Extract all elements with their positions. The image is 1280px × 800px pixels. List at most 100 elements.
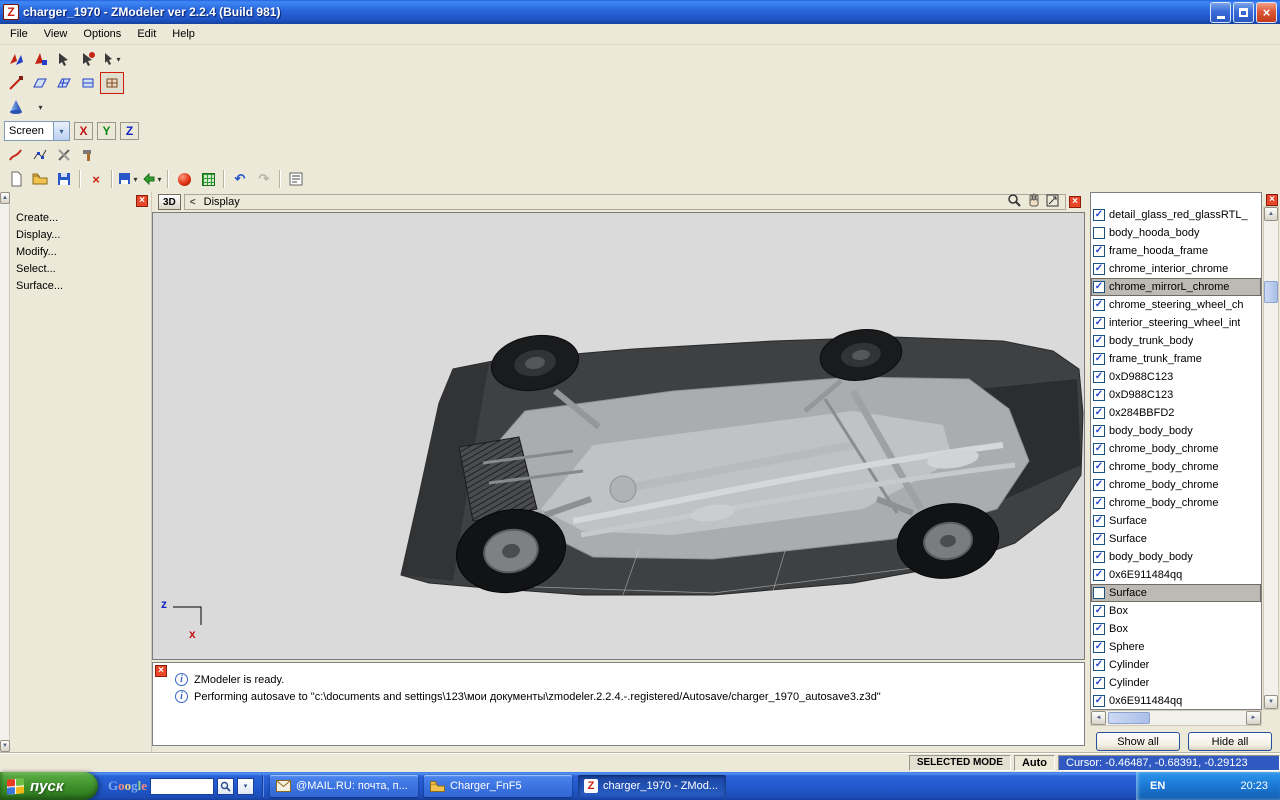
- object-row[interactable]: ✓ 0xD988C123: [1091, 386, 1261, 404]
- object-row[interactable]: ✓ Surface: [1091, 512, 1261, 530]
- object-visibility-checkbox[interactable]: ✓: [1093, 281, 1105, 293]
- scroll-up-icon[interactable]: ▲: [0, 192, 10, 204]
- command-item[interactable]: Display...: [16, 229, 151, 246]
- object-row[interactable]: ✓ Cylinder: [1091, 656, 1261, 674]
- object-visibility-checkbox[interactable]: ✓: [1093, 443, 1105, 455]
- import-icon[interactable]: ▾: [140, 168, 164, 190]
- message-panel-close-icon[interactable]: ×: [155, 665, 167, 677]
- viewport-close-icon[interactable]: ×: [1069, 196, 1081, 208]
- create-surface-icon[interactable]: [28, 72, 52, 94]
- object-row[interactable]: ✓ chrome_interior_chrome: [1091, 260, 1261, 278]
- delete-icon[interactable]: ×: [84, 168, 108, 190]
- select-mode-dropdown[interactable]: ▾: [100, 48, 124, 70]
- object-visibility-checkbox[interactable]: [1093, 587, 1105, 599]
- scroll-down-icon[interactable]: ▼: [0, 740, 10, 752]
- object-row[interactable]: ✓ 0xD988C123: [1091, 368, 1261, 386]
- create-primitive-cone-icon[interactable]: [4, 96, 28, 118]
- menu-item[interactable]: Help: [164, 26, 203, 42]
- create-line-icon[interactable]: [4, 72, 28, 94]
- object-row[interactable]: ✓ chrome_body_chrome: [1091, 494, 1261, 512]
- material-editor-icon[interactable]: [172, 168, 196, 190]
- scrollbar-thumb[interactable]: [1264, 281, 1278, 303]
- object-row[interactable]: ✓ body_trunk_body: [1091, 332, 1261, 350]
- object-row[interactable]: ✓ frame_hooda_frame: [1091, 242, 1261, 260]
- object-visibility-checkbox[interactable]: ✓: [1093, 605, 1105, 617]
- object-row[interactable]: ✓ 0x6E911484qq: [1091, 566, 1261, 584]
- export-icon[interactable]: ▾: [116, 168, 140, 190]
- object-visibility-checkbox[interactable]: ✓: [1093, 533, 1105, 545]
- menu-item[interactable]: Edit: [129, 26, 164, 42]
- primitive-dropdown[interactable]: ▾: [28, 96, 52, 118]
- object-visibility-checkbox[interactable]: ✓: [1093, 389, 1105, 401]
- object-row[interactable]: ✓ body_body_body: [1091, 548, 1261, 566]
- object-visibility-checkbox[interactable]: ✓: [1093, 407, 1105, 419]
- new-file-icon[interactable]: [4, 168, 28, 190]
- object-visibility-checkbox[interactable]: ✓: [1093, 299, 1105, 311]
- objects-panel-close-icon[interactable]: ×: [1266, 194, 1278, 206]
- object-visibility-checkbox[interactable]: ✓: [1093, 659, 1105, 671]
- viewport-3d-canvas[interactable]: z x: [152, 212, 1085, 660]
- object-row[interactable]: ✓ chrome_steering_wheel_ch: [1091, 296, 1261, 314]
- object-visibility-checkbox[interactable]: ✓: [1093, 695, 1105, 707]
- object-row[interactable]: ✓ Surface: [1091, 530, 1261, 548]
- object-visibility-checkbox[interactable]: ✓: [1093, 479, 1105, 491]
- object-visibility-checkbox[interactable]: ✓: [1093, 497, 1105, 509]
- object-row[interactable]: ✓ chrome_body_chrome: [1091, 440, 1261, 458]
- task-button-folder[interactable]: Charger_FnF5: [424, 775, 573, 797]
- object-visibility-checkbox[interactable]: ✓: [1093, 335, 1105, 347]
- viewport-title-bar[interactable]: < Display: [183, 193, 1066, 211]
- start-button[interactable]: пуск: [0, 772, 98, 800]
- left-panel-scrollbar[interactable]: ▲ ▼: [0, 192, 10, 752]
- scroll-right-icon[interactable]: ►: [1246, 711, 1261, 725]
- create-mesh-icon[interactable]: [52, 72, 76, 94]
- scroll-up-icon[interactable]: ▲: [1264, 207, 1278, 221]
- object-row[interactable]: ✓ body_body_body: [1091, 422, 1261, 440]
- command-item[interactable]: Surface...: [16, 280, 151, 297]
- search-icon[interactable]: [217, 777, 235, 795]
- object-visibility-checkbox[interactable]: ✓: [1093, 677, 1105, 689]
- language-indicator[interactable]: EN: [1150, 780, 1165, 792]
- log-icon[interactable]: [284, 168, 308, 190]
- space-combobox[interactable]: Screen ▾: [4, 121, 70, 141]
- object-visibility-checkbox[interactable]: ✓: [1093, 353, 1105, 365]
- object-visibility-checkbox[interactable]: ✓: [1093, 461, 1105, 473]
- object-row[interactable]: ✓ detail_glass_red_glassRTL_: [1091, 206, 1261, 224]
- maximize-view-icon[interactable]: [1045, 193, 1060, 211]
- object-row[interactable]: ✓ chrome_body_chrome: [1091, 458, 1261, 476]
- object-visibility-checkbox[interactable]: ✓: [1093, 317, 1105, 329]
- pan-hand-icon[interactable]: [1026, 193, 1041, 211]
- scrollbar-thumb[interactable]: [1108, 712, 1150, 724]
- viewport-mode-button[interactable]: 3D: [158, 194, 181, 210]
- texture-browser-icon[interactable]: [196, 168, 220, 190]
- axis-z-button[interactable]: Z: [120, 122, 139, 140]
- object-row[interactable]: ✓ Box: [1091, 602, 1261, 620]
- object-row[interactable]: ✓ chrome_mirrorL_chrome: [1091, 278, 1261, 296]
- task-button-zmodeler[interactable]: Z charger_1970 - ZMod...: [578, 775, 727, 797]
- object-visibility-checkbox[interactable]: ✓: [1093, 569, 1105, 581]
- command-item[interactable]: Select...: [16, 263, 151, 280]
- select-quadr-icon[interactable]: [4, 48, 28, 70]
- object-row[interactable]: ✓ Box: [1091, 620, 1261, 638]
- object-row[interactable]: ✓ chrome_body_chrome: [1091, 476, 1261, 494]
- scroll-down-icon[interactable]: ▼: [1264, 695, 1278, 709]
- object-visibility-checkbox[interactable]: ✓: [1093, 263, 1105, 275]
- object-row[interactable]: ✓ interior_steering_wheel_int: [1091, 314, 1261, 332]
- create-objects-icon[interactable]: [100, 72, 124, 94]
- vertices-tool-icon[interactable]: [28, 144, 52, 166]
- select-single-icon[interactable]: [28, 48, 52, 70]
- task-button-mail[interactable]: @MAIL.RU: почта, п...: [270, 775, 419, 797]
- object-row[interactable]: ✓ 0x284BBFD2: [1091, 404, 1261, 422]
- objects-horizontal-scrollbar[interactable]: ◄ ►: [1090, 710, 1262, 726]
- save-icon[interactable]: [52, 168, 76, 190]
- object-visibility-checkbox[interactable]: ✓: [1093, 245, 1105, 257]
- object-visibility-checkbox[interactable]: ✓: [1093, 551, 1105, 563]
- object-visibility-checkbox[interactable]: ✓: [1093, 425, 1105, 437]
- close-button[interactable]: ×: [1256, 1, 1277, 23]
- select-element-icon[interactable]: [76, 48, 100, 70]
- menu-item[interactable]: File: [2, 26, 36, 42]
- maximize-button[interactable]: [1233, 1, 1254, 23]
- auto-toggle[interactable]: Auto: [1013, 754, 1055, 771]
- object-row[interactable]: Surface: [1091, 584, 1261, 602]
- zoom-icon[interactable]: [1007, 193, 1022, 211]
- object-visibility-checkbox[interactable]: ✓: [1093, 209, 1105, 221]
